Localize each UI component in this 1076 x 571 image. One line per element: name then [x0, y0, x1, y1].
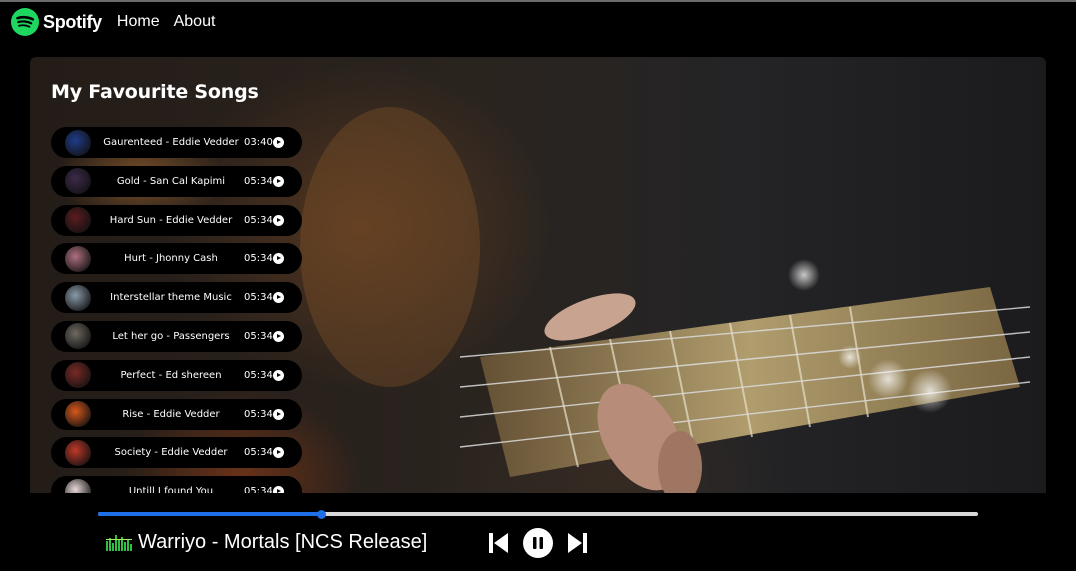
song-item[interactable]: Interstellar theme Music 05:34 [51, 282, 302, 314]
song-cover-image [65, 439, 91, 466]
song-list: Gaurenteed - Eddie Vedder 03:40 Gold - San… [51, 127, 302, 493]
song-duration: 03:40 [244, 137, 273, 148]
nav-link-home[interactable]: Home [117, 13, 160, 31]
next-icon[interactable] [566, 531, 588, 555]
progress-bar[interactable] [98, 510, 978, 519]
song-cover-image [65, 129, 91, 156]
song-item[interactable]: Rise - Eddie Vedder 05:34 [51, 398, 302, 430]
play-icon[interactable] [273, 369, 284, 381]
song-name: Hurt - Jhonny Cash [124, 253, 218, 265]
song-duration: 05:34 [244, 486, 273, 493]
song-duration: 05:34 [244, 175, 273, 187]
song-cover-image [65, 284, 91, 311]
play-icon[interactable] [273, 447, 284, 459]
song-item[interactable]: Gaurenteed - Eddie Vedder 03:40 [51, 127, 302, 158]
song-item[interactable]: Society - Eddie Vedder 05:34 [51, 437, 302, 469]
brand[interactable]: Spotify [11, 8, 102, 36]
song-duration: 05:34 [244, 447, 273, 459]
song-cover-image [65, 323, 91, 350]
song-item[interactable]: Let her go - Passengers 05:34 [51, 320, 302, 352]
song-cover-image [65, 207, 91, 234]
playlist-heading: My Favourite Songs [51, 81, 259, 103]
now-playing-title: Warriyo - Mortals [NCS Release] [138, 530, 428, 553]
play-icon[interactable] [273, 408, 284, 420]
now-playing: Warriyo - Mortals [NCS Release] [106, 529, 427, 555]
spotify-logo-icon [11, 8, 39, 36]
play-icon[interactable] [273, 175, 284, 187]
pause-icon[interactable] [522, 527, 554, 559]
nav-link-about[interactable]: About [174, 13, 216, 31]
song-cover-image [65, 168, 91, 195]
play-icon[interactable] [273, 292, 284, 304]
song-duration: 05:34 [244, 330, 273, 342]
song-cover-image [65, 478, 91, 493]
song-cover-image [65, 362, 91, 389]
song-item[interactable]: Hurt - Jhonny Cash 05:34 [51, 243, 302, 275]
song-name: Interstellar theme Music [110, 292, 232, 304]
play-icon[interactable] [273, 253, 284, 265]
progress-thumb[interactable] [316, 510, 326, 519]
song-name: Untill I found You [128, 486, 214, 493]
song-cover-image [65, 401, 91, 428]
song-name: Perfect - Ed shereen [120, 369, 222, 381]
song-item[interactable]: Untill I found You 05:34 [51, 476, 302, 493]
song-duration: 05:34 [244, 214, 273, 226]
playback-controls [488, 527, 588, 559]
play-icon[interactable] [273, 330, 284, 342]
progress-fill [98, 512, 321, 516]
song-duration: 05:34 [244, 408, 273, 420]
navbar: Spotify Home About [0, 2, 1076, 42]
play-icon[interactable] [273, 137, 284, 148]
song-name: Gold - San Cal Kapimi [116, 175, 226, 187]
song-name: Let her go - Passengers [112, 330, 230, 342]
song-duration: 05:34 [244, 369, 273, 381]
song-duration: 05:34 [244, 253, 273, 265]
song-item[interactable]: Gold - San Cal Kapimi 05:34 [51, 165, 302, 197]
song-name: Rise - Eddie Vedder [122, 408, 220, 420]
song-item[interactable]: Hard Sun - Eddie Vedder 05:34 [51, 204, 302, 236]
song-name: Hard Sun - Eddie Vedder [109, 214, 233, 226]
hero-container: My Favourite Songs Gaurenteed - Eddie Ve… [30, 57, 1046, 493]
player-bar: Warriyo - Mortals [NCS Release] [0, 493, 1076, 571]
song-duration: 05:34 [244, 292, 273, 304]
equalizer-icon [106, 535, 132, 551]
song-name: Society - Eddie Vedder [114, 447, 228, 459]
song-name: Gaurenteed - Eddie Vedder [103, 137, 239, 148]
previous-icon[interactable] [488, 531, 510, 555]
song-item[interactable]: Perfect - Ed shereen 05:34 [51, 359, 302, 391]
brand-name: Spotify [43, 11, 102, 32]
play-icon[interactable] [273, 486, 284, 493]
play-icon[interactable] [273, 214, 284, 226]
song-cover-image [65, 245, 91, 272]
